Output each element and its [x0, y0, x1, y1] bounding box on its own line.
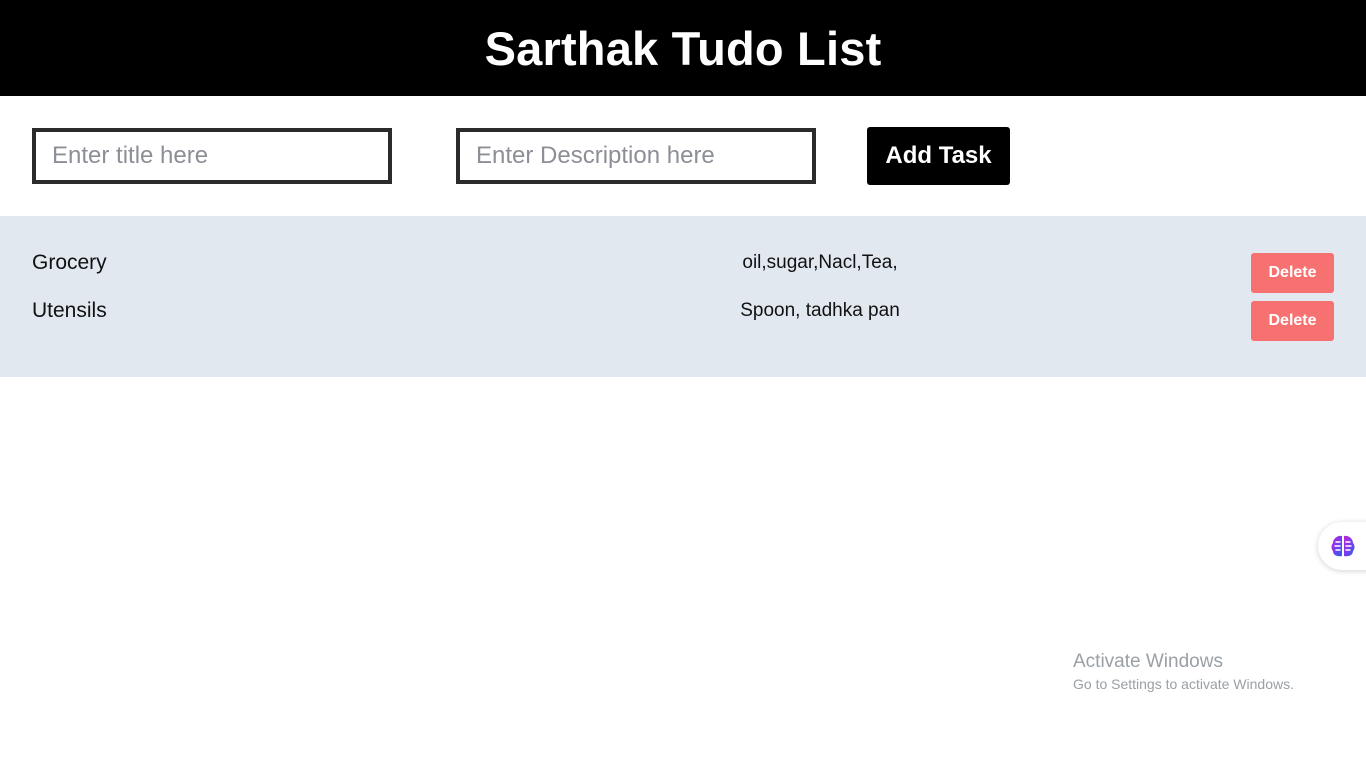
title-input[interactable] [32, 128, 392, 184]
task-list: Grocery oil,sugar,Nacl,Tea, Delete Utens… [0, 216, 1366, 377]
add-task-button[interactable]: Add Task [867, 127, 1010, 185]
delete-button[interactable]: Delete [1251, 253, 1334, 293]
app-header: Sarthak Tudo List [0, 0, 1366, 96]
page-title: Sarthak Tudo List [484, 21, 882, 75]
activation-watermark: Activate Windows Go to Settings to activ… [1073, 651, 1294, 694]
task-title: Grocery [32, 251, 107, 274]
description-input[interactable] [456, 128, 816, 184]
brain-icon [1331, 535, 1355, 557]
task-row: Grocery oil,sugar,Nacl,Tea, Delete [0, 251, 1366, 293]
task-description: Spoon, tadhka pan [740, 300, 900, 321]
task-row: Utensils Spoon, tadhka pan Delete [0, 299, 1366, 341]
watermark-subtitle: Go to Settings to activate Windows. [1073, 676, 1294, 692]
assistant-widget[interactable] [1318, 522, 1366, 570]
delete-button[interactable]: Delete [1251, 301, 1334, 341]
task-description: oil,sugar,Nacl,Tea, [742, 252, 898, 273]
watermark-title: Activate Windows [1073, 651, 1223, 672]
task-title: Utensils [32, 299, 107, 322]
